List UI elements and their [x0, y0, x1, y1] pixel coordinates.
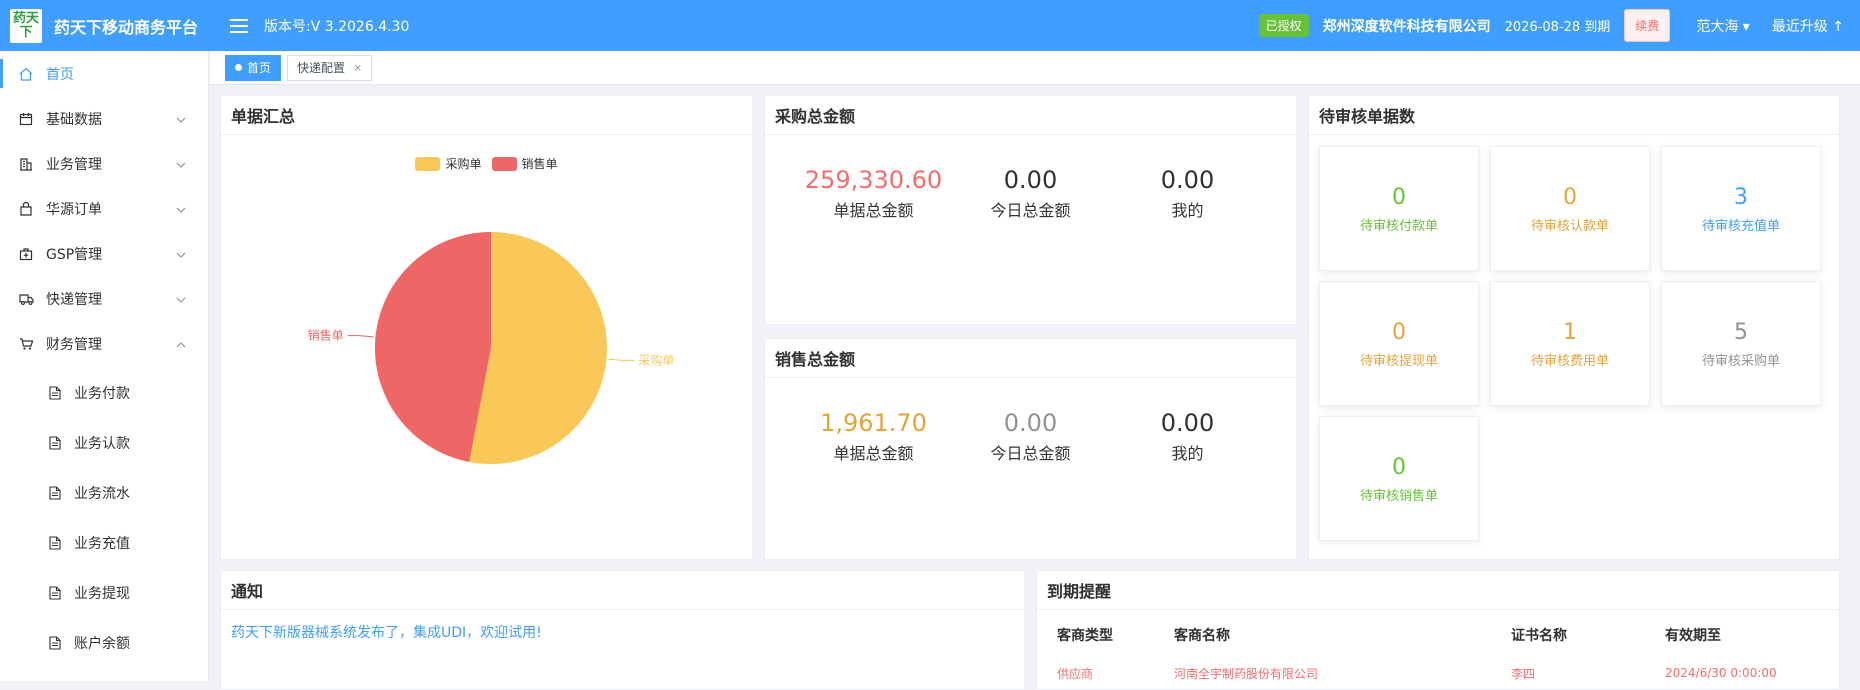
building-icon: [18, 156, 34, 172]
document-icon: [48, 385, 62, 401]
document-icon: [48, 535, 62, 551]
top-header: 药天下 药天下移动商务平台 版本号:V 3.2026.4.30 已授权 郑州深度…: [0, 0, 1860, 51]
sales-mine: 0.00 我的: [1160, 409, 1215, 463]
reminder-table: 客商类型 客商名称 证书名称 有效期至 供应商 河南全宇制药股份有限公司 李四 …: [1037, 616, 1839, 689]
pending-title: 待审核单据数: [1309, 96, 1839, 135]
sidebar-item-huayuan-orders[interactable]: 华源订单: [0, 186, 208, 231]
caret-down-icon: ▾: [1742, 18, 1750, 35]
table-row[interactable]: 供应商 河南全宇制药股份有限公司 李四 2024/6/30 0:00:00: [1037, 654, 1839, 689]
pie-chart: 采购单 销售单: [308, 232, 674, 464]
pie-label-sales: 销售单: [308, 328, 344, 343]
sidebar-subitem-payment[interactable]: 业务付款: [0, 368, 208, 418]
document-icon: [48, 485, 62, 501]
expire-date: 2026-08-28 到期: [1504, 20, 1611, 35]
menu-toggle-icon[interactable]: [230, 18, 249, 33]
sidebar-subitem-recharge[interactable]: 业务充值: [0, 518, 208, 568]
purchase-mine: 0.00 我的: [1160, 166, 1215, 220]
chevron-down-icon: [176, 292, 186, 308]
sidebar-subitem-withdraw[interactable]: 业务提现: [0, 568, 208, 618]
chevron-down-icon: [176, 247, 186, 263]
app-title: 药天下移动商务平台: [54, 17, 199, 37]
summary-title: 单据汇总: [221, 96, 752, 135]
tag-express-config[interactable]: 快递配置 ×: [287, 54, 373, 81]
pie-label-line-purchase: [608, 358, 635, 361]
pending-card: 待审核单据数 0 待审核付款单 0 待审核认款单 3 待审核充值单 0 待审核提现单 1…: [1308, 95, 1840, 560]
sidebar: 首页 基础数据 业务管理 华源订单 GSP管理 快递管理 财务管理 业务付款 业…: [0, 51, 209, 681]
chevron-down-icon: [176, 202, 186, 218]
calendar-icon: [18, 111, 34, 127]
notice-card: 通知 药天下新版器械系统发布了，集成UDI，欢迎试用!: [220, 570, 1025, 690]
col-header-name: 客商名称: [1174, 628, 1230, 644]
pie-slice-sales[interactable]: [374, 232, 491, 462]
document-icon: [48, 635, 62, 651]
sidebar-subitem-flow[interactable]: 业务流水: [0, 468, 208, 518]
pending-sales[interactable]: 0 待审核销售单: [1319, 416, 1479, 541]
truck-icon: [18, 291, 34, 307]
col-header-valid: 有效期至: [1665, 628, 1721, 644]
pending-expense[interactable]: 1 待审核费用单: [1490, 281, 1650, 406]
col-header-cert: 证书名称: [1511, 628, 1567, 644]
auth-badge: 已授权: [1258, 14, 1309, 37]
renew-button[interactable]: 续费: [1624, 9, 1671, 42]
pending-recharge[interactable]: 3 待审核充值单: [1661, 146, 1821, 271]
company-name: 郑州深度软件科技有限公司: [1322, 18, 1491, 35]
pending-withdraw[interactable]: 0 待审核提现单: [1319, 281, 1479, 406]
pie-label-purchase: 采购单: [638, 352, 674, 367]
sales-card: 销售总金额 1,961.70 单据总金额 0.00 今日总金额 0.00 我的: [764, 338, 1297, 560]
version-label: 版本号:V 3.2026.4.30: [264, 18, 410, 35]
sales-today: 0.00 今日总金额: [990, 409, 1071, 463]
purchase-card: 采购总金额 259,330.60 单据总金额 0.00 今日总金额 0.00 我的: [764, 95, 1297, 325]
summary-card: 单据汇总 采购单 销售单 采购单 销售单: [220, 95, 753, 560]
bag-icon: [18, 201, 34, 217]
chevron-down-icon: [176, 157, 186, 173]
pending-payment[interactable]: 0 待审核付款单: [1319, 146, 1479, 271]
purchase-title: 采购总金额: [765, 96, 1296, 135]
sidebar-item-finance[interactable]: 财务管理: [0, 321, 208, 366]
app-logo: 药天下: [10, 8, 42, 43]
notice-title: 通知: [221, 571, 1024, 610]
sales-title: 销售总金额: [765, 339, 1296, 378]
home-icon: [18, 66, 34, 82]
arrow-up-icon: ↑: [1832, 18, 1844, 35]
sidebar-item-express[interactable]: 快递管理: [0, 276, 208, 321]
chevron-down-icon: [176, 112, 186, 128]
cart-icon: [18, 336, 34, 352]
sales-total: 1,961.70 单据总金额: [820, 409, 927, 463]
sidebar-item-business[interactable]: 业务管理: [0, 141, 208, 186]
reminder-title: 到期提醒: [1037, 571, 1839, 610]
pending-claim[interactable]: 0 待审核认款单: [1490, 146, 1650, 271]
pie-label-line-sales: [347, 335, 374, 338]
sidebar-item-home[interactable]: 首页: [0, 51, 208, 96]
pending-purchase[interactable]: 5 待审核采购单: [1661, 281, 1821, 406]
tag-home[interactable]: 首页: [225, 54, 282, 81]
medkit-icon: [18, 246, 34, 262]
chevron-up-icon: [176, 337, 186, 353]
document-icon: [48, 435, 62, 451]
document-icon: [48, 585, 62, 601]
close-icon[interactable]: ×: [353, 61, 362, 74]
reminder-card: 到期提醒 客商类型 客商名称 证书名称 有效期至 供应商 河南全宇制药股份有限公…: [1036, 570, 1840, 690]
sidebar-subitem-claim[interactable]: 业务认款: [0, 418, 208, 468]
tags-bar: 首页 快递配置 ×: [210, 51, 1860, 85]
sidebar-subitem-balance[interactable]: 账户余额: [0, 618, 208, 668]
col-header-type: 客商类型: [1057, 628, 1113, 644]
purchase-total: 259,330.60 单据总金额: [804, 166, 943, 220]
user-dropdown[interactable]: 范大海 ▾: [1696, 16, 1749, 36]
notice-link[interactable]: 药天下新版器械系统发布了，集成UDI，欢迎试用!: [221, 610, 1024, 654]
purchase-today: 0.00 今日总金额: [990, 166, 1071, 220]
sidebar-item-gsp[interactable]: GSP管理: [0, 231, 208, 276]
sidebar-item-base-data[interactable]: 基础数据: [0, 96, 208, 141]
upgrade-link[interactable]: 最近升级 ↑: [1772, 16, 1844, 36]
